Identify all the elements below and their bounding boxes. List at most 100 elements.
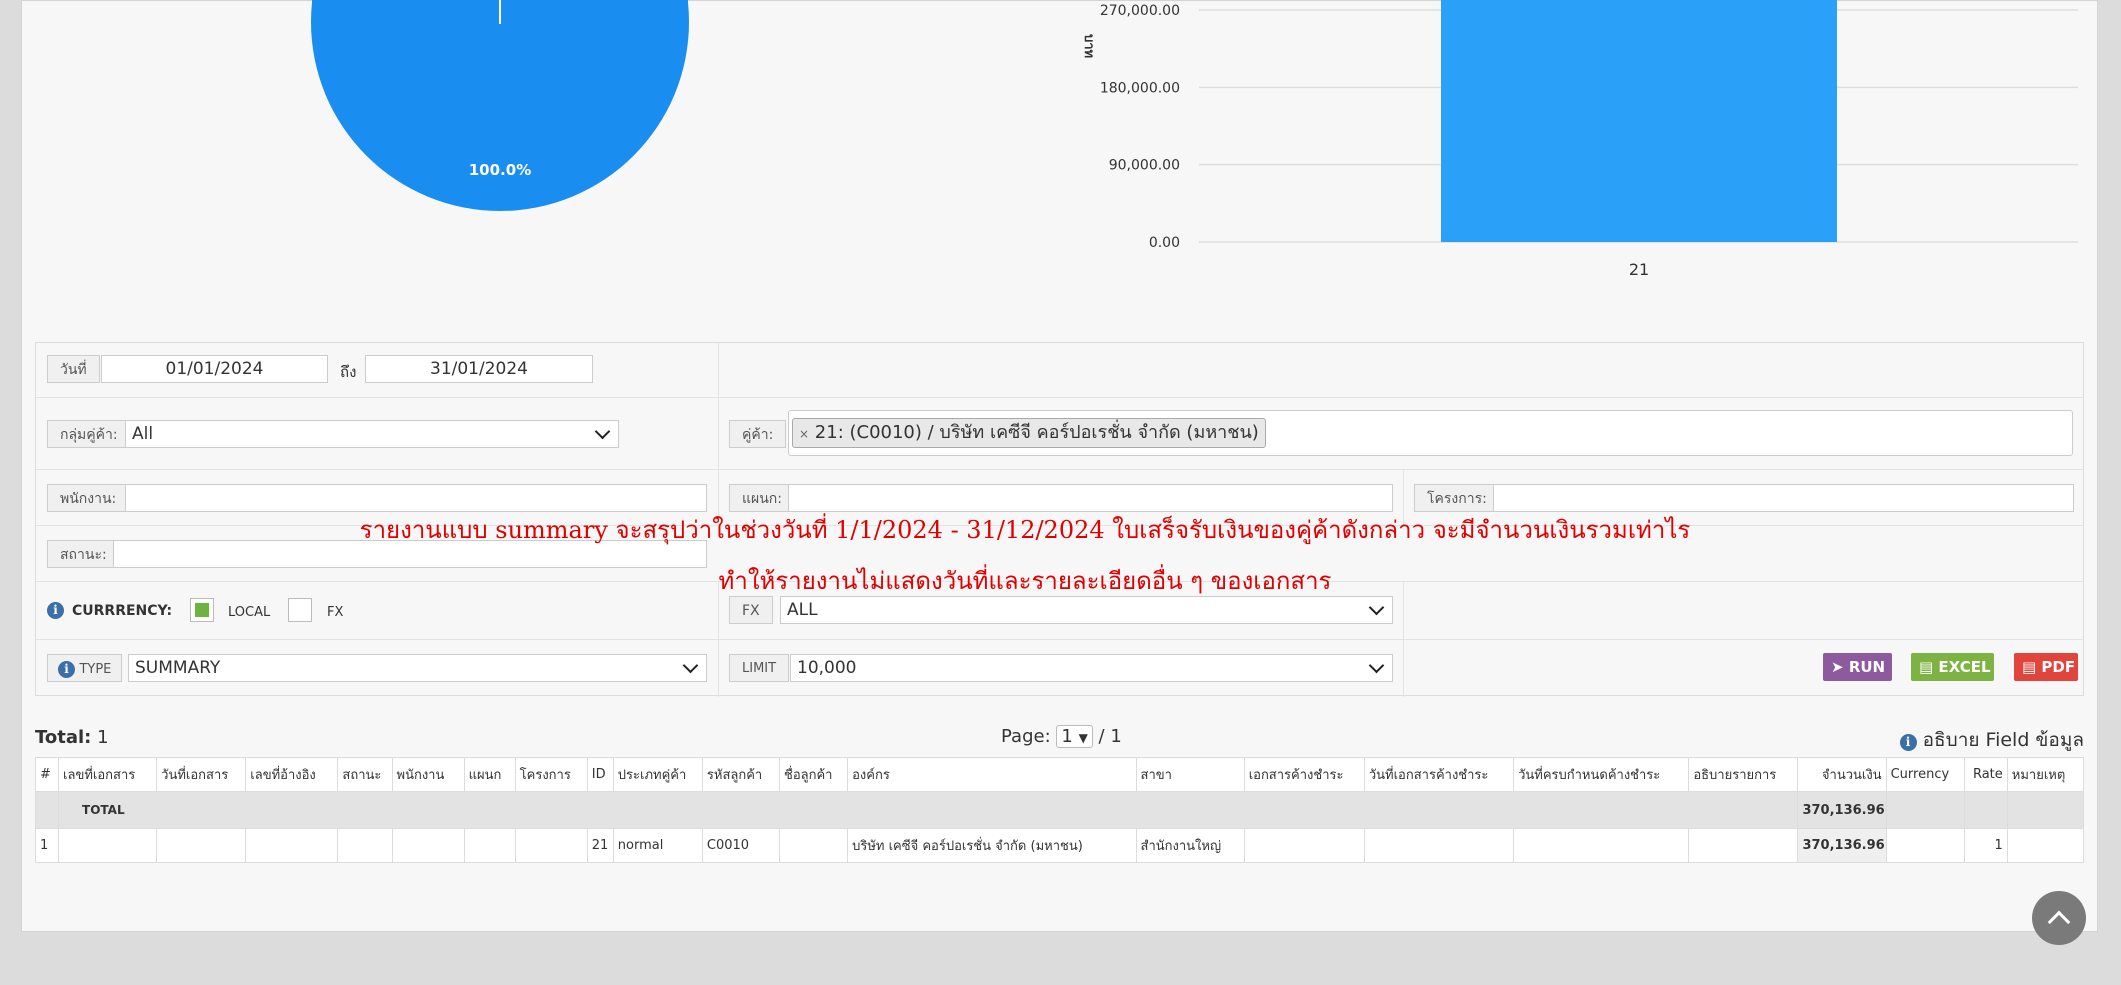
- project-input[interactable]: [1493, 484, 2074, 512]
- bar: [1441, 0, 1837, 242]
- total-row-rate: [1963, 791, 2008, 829]
- pdf-file-icon: ▤: [2022, 658, 2037, 676]
- table-cell: [2006, 828, 2085, 863]
- column-header[interactable]: หมายเหตุ: [2006, 757, 2085, 792]
- column-header[interactable]: องค์กร: [847, 757, 1137, 792]
- page-select[interactable]: 1 ▼: [1056, 725, 1093, 748]
- table-row: 1 21 normal C0010 บริษัท เคซีจี คอร์ปอเรชั่น…: [34, 828, 2085, 863]
- date-label: วันที่: [47, 355, 100, 383]
- chevron-down-icon: ▼: [1078, 731, 1088, 745]
- column-header[interactable]: วันที่ครบกำหนดค้างชำระ: [1513, 757, 1690, 792]
- department-input[interactable]: [788, 484, 1393, 512]
- run-button-label: RUN: [1848, 658, 1886, 676]
- project-label: โครงการ:: [1414, 484, 1500, 512]
- fx-checkbox[interactable]: [288, 598, 312, 622]
- run-button[interactable]: ➤ RUN: [1823, 653, 1892, 681]
- fx-value: ALL: [787, 600, 818, 620]
- page-of: / 1: [1098, 726, 1122, 747]
- column-header[interactable]: รหัสลูกค้า: [701, 757, 781, 792]
- column-header[interactable]: วันที่เอกสารค้างชำระ: [1363, 757, 1515, 792]
- local-label: LOCAL: [228, 605, 271, 620]
- column-header[interactable]: ชื่อลูกค้า: [779, 757, 849, 792]
- y-tick-label: 270,000.00: [1100, 3, 1180, 19]
- column-header[interactable]: แผนก: [463, 757, 516, 792]
- customer-chip[interactable]: × 21: (C0010) / บริษัท เคซีจี คอร์ปอเรชั…: [792, 418, 1266, 448]
- fx-select[interactable]: ALL: [780, 596, 1393, 624]
- column-header[interactable]: #: [34, 757, 60, 792]
- column-header[interactable]: เลขที่อ้างอิง: [245, 757, 339, 792]
- customer-cell: คู่ค้า: × 21: (C0010) / บริษัท เคซีจี คอ…: [718, 398, 2085, 469]
- chevron-down-icon: [682, 657, 699, 674]
- customer-chip-label: 21: (C0010) / บริษัท เคซีจี คอร์ปอเรชั่น…: [814, 422, 1259, 443]
- customer-select[interactable]: × 21: (C0010) / บริษัท เคซีจี คอร์ปอเรชั…: [788, 410, 2073, 456]
- limit-label: LIMIT: [729, 654, 790, 682]
- column-header[interactable]: Currency: [1885, 757, 1965, 792]
- table-cell: [1885, 828, 1965, 863]
- total-row-label: TOTAL: [58, 791, 1799, 829]
- type-value: SUMMARY: [135, 658, 221, 678]
- total-row-index: [34, 791, 60, 829]
- limit-value: 10,000: [797, 658, 857, 678]
- table-cell: [337, 828, 393, 863]
- total-row-amount: 370,136.96: [1797, 791, 1887, 829]
- column-header[interactable]: อธิบายรายการ: [1688, 757, 1799, 792]
- customer-label: คู่ค้า:: [729, 420, 787, 448]
- table-cell: normal: [612, 828, 703, 863]
- column-header[interactable]: เลขที่เอกสาร: [58, 757, 158, 792]
- results-table: # เลขที่เอกสาร วันที่เอกสาร เลขที่อ้างอิง สถ…: [34, 757, 2085, 863]
- excel-button[interactable]: ▤ EXCEL: [1911, 653, 1994, 681]
- local-checkbox[interactable]: [190, 598, 214, 622]
- column-header[interactable]: Rate: [1963, 757, 2008, 792]
- fx-check-label: FX: [327, 605, 344, 620]
- column-header[interactable]: จำนวนเงิน: [1797, 757, 1887, 792]
- department-label: แผนก:: [729, 484, 795, 512]
- rocket-icon: ➤: [1831, 658, 1844, 676]
- table-cell: สำนักงานใหญ่: [1135, 828, 1245, 863]
- annotation-line-2: ทำให้รายงานไม่แสดงวันที่และรายละเอียดอื่…: [718, 567, 1332, 595]
- pie-label: 100.0%: [469, 161, 531, 179]
- limit-select[interactable]: 10,000: [790, 654, 1393, 682]
- table-cell: 1: [34, 828, 60, 863]
- pie-slice-full: [311, 0, 689, 211]
- field-help-link[interactable]: i อธิบาย Field ข้อมูล: [1899, 725, 2084, 755]
- table-cell: 370,136.96: [1797, 828, 1887, 863]
- column-header[interactable]: ID: [586, 757, 614, 792]
- table-cell: [391, 828, 465, 863]
- info-icon: i: [1899, 734, 1917, 751]
- pdf-button[interactable]: ▤ PDF: [2014, 653, 2078, 681]
- column-header[interactable]: เอกสารค้างชำระ: [1243, 757, 1365, 792]
- column-header[interactable]: ประเภทคู่ค้า: [612, 757, 703, 792]
- date-row-right: [718, 343, 2085, 397]
- column-header[interactable]: พนักงาน: [391, 757, 465, 792]
- date-to-input[interactable]: 31/01/2024: [365, 355, 593, 383]
- bar-chart: 270,000.00 180,000.00 90,000.00 0.00 บาท 21: [1081, 0, 2078, 279]
- total-row-note: [2006, 791, 2085, 829]
- actions-cell: ➤ RUN ▤ EXCEL ▤ PDF: [1403, 640, 2085, 697]
- table-cell: [1363, 828, 1515, 863]
- field-help-label: อธิบาย Field ข้อมูล: [1922, 729, 2084, 751]
- table-cell: 1: [1963, 828, 2008, 863]
- excel-file-icon: ▤: [1919, 658, 1934, 676]
- limit-cell: LIMIT 10,000: [718, 640, 1403, 697]
- customer-group-value: All: [132, 424, 154, 444]
- y-tick-label: 0.00: [1149, 235, 1180, 251]
- type-row: i TYPE SUMMARY LIMIT 10,000 ➤ RUN ▤ EXCE…: [36, 639, 2083, 697]
- table-cell: [514, 828, 588, 863]
- y-tick-label: 180,000.00: [1100, 80, 1180, 96]
- charts-area: 100.0% 270,000.00 180,000.00 90,000.00 0.00…: [311, 0, 2078, 279]
- column-header[interactable]: วันที่เอกสาร: [156, 757, 247, 792]
- column-header[interactable]: โครงการ: [514, 757, 588, 792]
- employee-input[interactable]: [125, 484, 707, 512]
- pdf-button-label: PDF: [2041, 658, 2076, 676]
- column-header[interactable]: สาขา: [1135, 757, 1245, 792]
- customer-group-select[interactable]: All: [125, 420, 619, 448]
- scroll-top-button[interactable]: [2032, 891, 2086, 945]
- table-cell: [1513, 828, 1690, 863]
- type-select[interactable]: SUMMARY: [128, 654, 707, 682]
- customer-row: กลุ่มคู่ค้า: All คู่ค้า: × 21: (C0010) /…: [36, 397, 2083, 469]
- column-header[interactable]: สถานะ: [337, 757, 393, 792]
- chip-remove-icon[interactable]: ×: [799, 427, 809, 441]
- fx-label: FX: [729, 596, 773, 624]
- customer-group-label: กลุ่มคู่ค้า:: [47, 420, 131, 448]
- date-from-input[interactable]: 01/01/2024: [101, 355, 328, 383]
